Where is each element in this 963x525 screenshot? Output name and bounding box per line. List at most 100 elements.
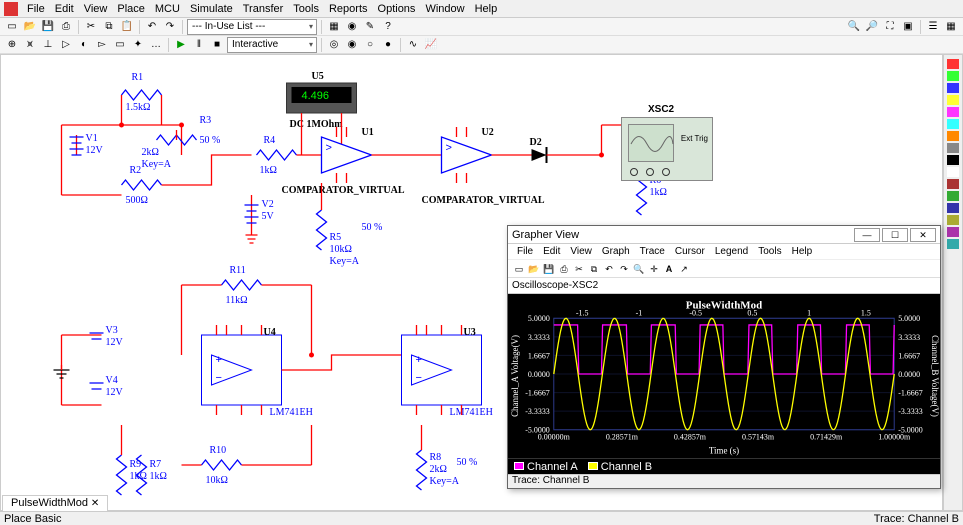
rail-swatch-10[interactable] — [947, 179, 959, 189]
menu-options[interactable]: Options — [373, 3, 421, 15]
gundo-icon[interactable]: ↶ — [602, 262, 616, 276]
gopen-icon[interactable]: 📂 — [527, 262, 541, 276]
grapher-icon[interactable]: 📈 — [423, 37, 439, 53]
rail-swatch-3[interactable] — [947, 95, 959, 105]
gredo-icon[interactable]: ↷ — [617, 262, 631, 276]
gmenu-edit[interactable]: Edit — [538, 246, 565, 257]
scope-port-b-icon[interactable] — [646, 168, 654, 176]
paste-icon[interactable]: 📋 — [119, 19, 135, 35]
plot-area[interactable]: PulseWidthMod-5.0000-5.0000-3.3333-3.333… — [508, 294, 940, 458]
component-u4[interactable]: + − U4 LM741EH — [202, 325, 313, 418]
copy-icon[interactable]: ⧉ — [101, 19, 117, 35]
inuse-combo[interactable]: --- In-Use List --- — [187, 19, 317, 35]
component-r6[interactable]: R6 1kΩ — [637, 175, 667, 215]
sim-mode-combo[interactable]: Interactive — [227, 37, 317, 53]
probe2-icon[interactable]: ◉ — [344, 37, 360, 53]
gmenu-tools[interactable]: Tools — [753, 246, 786, 257]
cut-icon[interactable]: ✂ — [83, 19, 99, 35]
component-u2[interactable]: > U2 COMPARATOR_VIRTUAL — [422, 127, 545, 206]
help-icon[interactable]: ? — [380, 19, 396, 35]
rail-swatch-1[interactable] — [947, 71, 959, 81]
gmenu-cursor[interactable]: Cursor — [670, 246, 710, 257]
place-src-icon[interactable]: ⊕ — [4, 37, 20, 53]
list-icon[interactable]: ☰ — [925, 19, 941, 35]
scope-port-a-icon[interactable] — [630, 168, 638, 176]
gprint-icon[interactable]: ⎙ — [557, 262, 571, 276]
menu-transfer[interactable]: Transfer — [238, 3, 289, 15]
rail-swatch-11[interactable] — [947, 191, 959, 201]
component-r9[interactable]: R9 1kΩ — [117, 425, 147, 495]
component-r1[interactable]: R1 1.5kΩ — [122, 72, 162, 125]
rail-swatch-12[interactable] — [947, 203, 959, 213]
gsave-icon[interactable]: 💾 — [542, 262, 556, 276]
redo-icon[interactable]: ↷ — [162, 19, 178, 35]
rail-swatch-14[interactable] — [947, 227, 959, 237]
maximize-icon[interactable]: ☐ — [882, 228, 908, 242]
component-d2[interactable]: D2 — [530, 137, 547, 163]
rail-swatch-7[interactable] — [947, 143, 959, 153]
rail-swatch-9[interactable] — [947, 167, 959, 177]
analysis-icon[interactable]: ∿ — [405, 37, 421, 53]
rail-swatch-6[interactable] — [947, 131, 959, 141]
component-r4[interactable]: R4 1kΩ — [257, 135, 297, 176]
rail-swatch-8[interactable] — [947, 155, 959, 165]
probe3-icon[interactable]: ○ — [362, 37, 378, 53]
zoom-fit-icon[interactable]: ⛶ — [882, 19, 898, 35]
probe-icon[interactable]: ◎ — [326, 37, 342, 53]
rail-swatch-4[interactable] — [947, 107, 959, 117]
component-r2[interactable]: R2 500Ω — [122, 165, 162, 206]
gmenu-view[interactable]: View — [565, 246, 597, 257]
menu-simulate[interactable]: Simulate — [185, 3, 238, 15]
grapher-titlebar[interactable]: Grapher View — ☐ ✕ — [508, 226, 940, 244]
menu-window[interactable]: Window — [420, 3, 469, 15]
place-trans-icon[interactable]: ◐ — [76, 37, 92, 53]
close-icon[interactable]: ✕ — [910, 228, 936, 242]
place-ic-icon[interactable]: ▭ — [112, 37, 128, 53]
rail-swatch-0[interactable] — [947, 59, 959, 69]
run-icon[interactable]: ▶ — [173, 37, 189, 53]
zoom-region-icon[interactable]: ▣ — [900, 19, 916, 35]
component-r10[interactable]: R10 10kΩ — [182, 425, 312, 486]
menu-edit[interactable]: Edit — [50, 3, 79, 15]
rail-swatch-15[interactable] — [947, 239, 959, 249]
tool-a-icon[interactable]: ▦ — [326, 19, 342, 35]
menu-mcu[interactable]: MCU — [150, 3, 185, 15]
gmenu-legend[interactable]: Legend — [710, 246, 753, 257]
grapher-window[interactable]: Grapher View — ☐ ✕ File Edit View Graph … — [507, 225, 941, 489]
place-res-icon[interactable]: ⩙ — [22, 37, 38, 53]
menu-place[interactable]: Place — [112, 3, 150, 15]
rail-swatch-2[interactable] — [947, 83, 959, 93]
menu-help[interactable]: Help — [470, 3, 503, 15]
tool-c-icon[interactable]: ✎ — [362, 19, 378, 35]
instrument-oscilloscope[interactable]: XSC2 Ext Trig — [621, 117, 713, 181]
component-v4[interactable]: V4 12V — [90, 375, 124, 398]
grapher-tab[interactable]: Oscilloscope-XSC2 — [508, 278, 940, 294]
tool-b-icon[interactable]: ◉ — [344, 19, 360, 35]
menu-reports[interactable]: Reports — [324, 3, 373, 15]
gcursor-icon[interactable]: ✛ — [647, 262, 661, 276]
menu-view[interactable]: View — [79, 3, 113, 15]
gnew-icon[interactable]: ▭ — [512, 262, 526, 276]
gmenu-trace[interactable]: Trace — [635, 246, 670, 257]
gmenu-graph[interactable]: Graph — [597, 246, 635, 257]
place-more-icon[interactable]: … — [148, 37, 164, 53]
rail-swatch-13[interactable] — [947, 215, 959, 225]
component-r8[interactable]: R8 2kΩ 50 % Key=A — [417, 425, 478, 490]
rail-swatch-5[interactable] — [947, 119, 959, 129]
gmenu-help[interactable]: Help — [787, 246, 818, 257]
open-icon[interactable]: 📂 — [22, 19, 38, 35]
component-v3[interactable]: V3 12V — [90, 325, 124, 348]
zoom-in-icon[interactable]: 🔍 — [846, 19, 862, 35]
new-icon[interactable]: ▭ — [4, 19, 20, 35]
probe4-icon[interactable]: ● — [380, 37, 396, 53]
menu-tools[interactable]: Tools — [288, 3, 324, 15]
place-opamp-icon[interactable]: ▻ — [94, 37, 110, 53]
menu-file[interactable]: File — [22, 3, 50, 15]
gzoom-icon[interactable]: 🔍 — [632, 262, 646, 276]
component-u1[interactable]: > U1 COMPARATOR_VIRTUAL — [282, 127, 405, 196]
scope-port-ext-icon[interactable] — [662, 168, 670, 176]
place-diode-icon[interactable]: ▷ — [58, 37, 74, 53]
gmenu-file[interactable]: File — [512, 246, 538, 257]
component-v2[interactable]: V2 5V — [245, 195, 275, 243]
place-misc-icon[interactable]: ✦ — [130, 37, 146, 53]
